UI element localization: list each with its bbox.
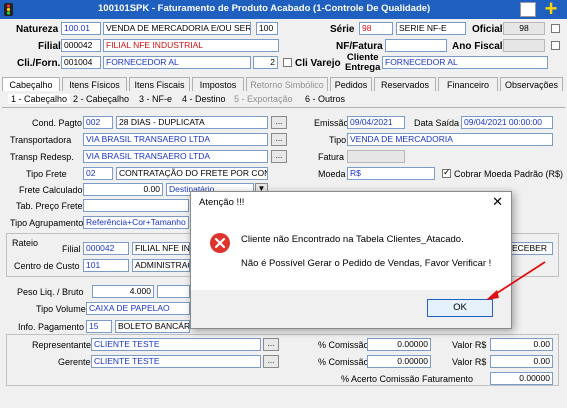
annotation-arrow <box>486 261 546 300</box>
